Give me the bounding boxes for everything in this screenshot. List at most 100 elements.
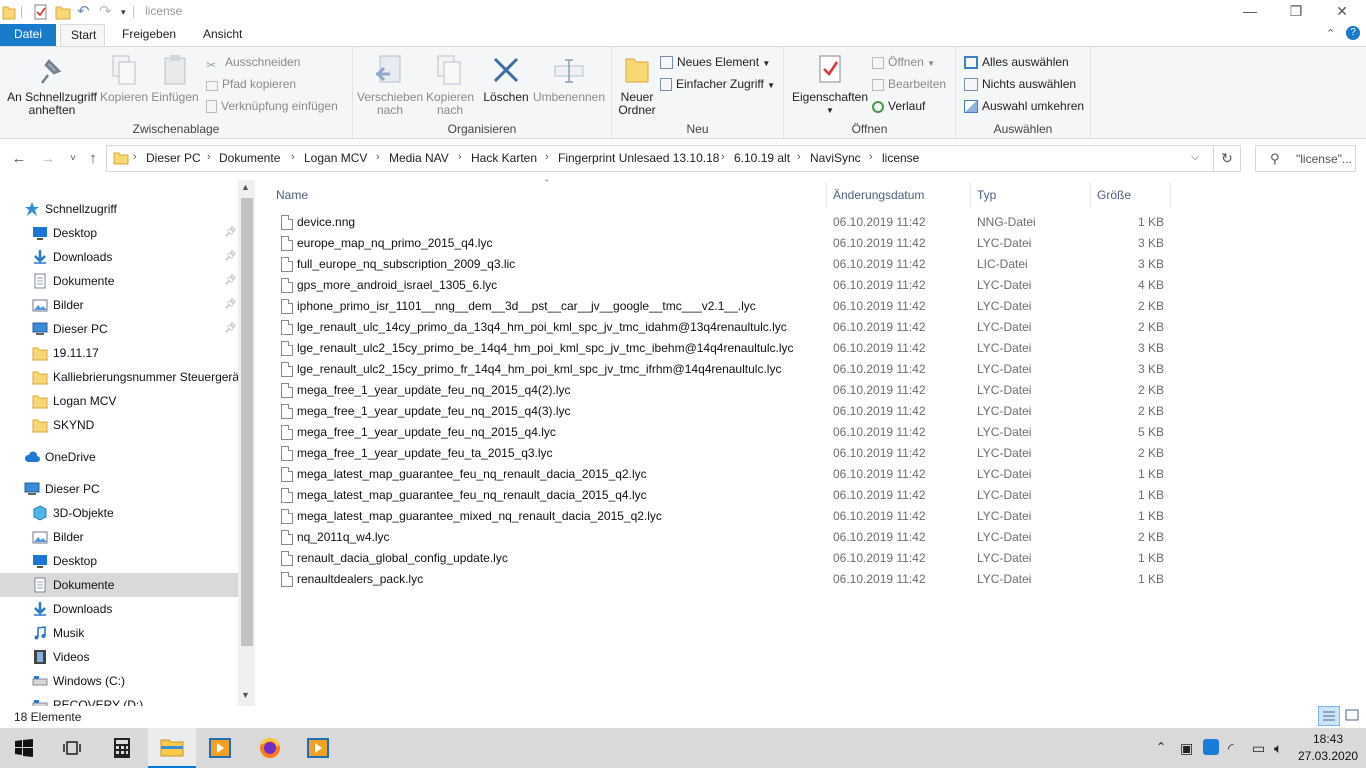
media-player-taskbar-button-2[interactable] bbox=[294, 728, 342, 768]
file-row[interactable]: lge_renault_ulc2_15cy_primo_be_14q4_hm_p… bbox=[276, 338, 1166, 359]
paste-shortcut-button[interactable]: Verknüpfung einfügen bbox=[206, 97, 338, 117]
battery-icon[interactable]: ▭ bbox=[1252, 740, 1265, 757]
invert-selection-button[interactable]: Auswahl umkehren bbox=[964, 97, 1084, 117]
nav-item[interactable]: Logan MCV bbox=[0, 389, 238, 413]
file-explorer-taskbar-button[interactable] bbox=[148, 728, 196, 768]
file-row[interactable]: mega_free_1_year_update_feu_nq_2015_q4.l… bbox=[276, 422, 1166, 443]
breadcrumb-navisync[interactable]: NaviSync bbox=[810, 151, 861, 165]
file-row[interactable]: mega_latest_map_guarantee_feu_nq_renault… bbox=[276, 485, 1166, 506]
column-header-name[interactable]: Name bbox=[276, 188, 308, 208]
file-row[interactable]: mega_free_1_year_update_feu_ta_2015_q3.l… bbox=[276, 443, 1166, 464]
details-view-button[interactable] bbox=[1318, 706, 1340, 726]
breadcrumb-6-10-19-alt[interactable]: 6.10.19 alt bbox=[734, 151, 790, 165]
file-row[interactable]: lge_renault_ulc2_15cy_primo_fr_14q4_hm_p… bbox=[276, 359, 1166, 380]
firefox-taskbar-button[interactable] bbox=[246, 728, 294, 768]
edit-button[interactable]: Bearbeiten bbox=[872, 75, 946, 95]
file-row[interactable]: mega_free_1_year_update_feu_nq_2015_q4(3… bbox=[276, 401, 1166, 422]
nav-item[interactable]: Bilder 📌︎ bbox=[0, 293, 238, 317]
copy-to-button[interactable]: Kopieren nach bbox=[423, 53, 477, 117]
file-row[interactable]: mega_latest_map_guarantee_feu_nq_renault… bbox=[276, 464, 1166, 485]
address-dropdown-chevron-icon[interactable]: ⌵ bbox=[1191, 151, 1199, 164]
column-header-date[interactable]: Änderungsdatum bbox=[833, 188, 924, 208]
nav-item[interactable]: Desktop bbox=[0, 549, 238, 573]
rename-button[interactable]: Umbenennen bbox=[531, 53, 607, 104]
column-divider[interactable] bbox=[970, 182, 971, 208]
breadcrumb-hack-karten[interactable]: Hack Karten bbox=[471, 151, 537, 165]
easy-access-button[interactable]: Einfacher Zugriff ▼ bbox=[660, 75, 775, 95]
copy-button[interactable]: Kopieren bbox=[100, 53, 148, 104]
nav-item[interactable]: Dokumente 📌︎ bbox=[0, 269, 238, 293]
breadcrumb-logan-mcv[interactable]: Logan MCV bbox=[304, 151, 367, 165]
nav-item[interactable]: Musik bbox=[0, 621, 238, 645]
column-divider[interactable] bbox=[1170, 182, 1171, 208]
new-item-button[interactable]: Neues Element ▼ bbox=[660, 53, 770, 73]
file-row[interactable]: gps_more_android_israel_1305_6.lyc 06.10.… bbox=[276, 275, 1166, 296]
back-button[interactable]: ← bbox=[8, 150, 30, 168]
large-icons-view-button[interactable] bbox=[1342, 706, 1362, 726]
file-row[interactable]: nq_2011q_w4.lyc 06.10.2019 11:42 LYC-Datei… bbox=[276, 527, 1166, 548]
tab-view[interactable]: Ansicht bbox=[193, 24, 252, 46]
select-all-button[interactable]: Alles auswählen bbox=[964, 53, 1069, 73]
screen-capture-tray-icon[interactable]: ▣ bbox=[1180, 740, 1193, 757]
file-row[interactable]: europe_map_nq_primo_2015_q4.lyc 06.10.201… bbox=[276, 233, 1166, 254]
breadcrumb-dokumente[interactable]: Dokumente bbox=[219, 151, 280, 165]
file-row[interactable]: iphone_primo_isr_1101__nng__dem__3d__pst… bbox=[276, 296, 1166, 317]
breadcrumb-fingerprint[interactable]: Fingerprint Unlesaed 13.10.18 bbox=[558, 151, 719, 165]
volume-icon[interactable]: 🔈︎ bbox=[1274, 740, 1282, 757]
calculator-taskbar-button[interactable] bbox=[98, 728, 146, 768]
tab-start[interactable]: Start bbox=[60, 24, 105, 46]
column-header-size[interactable]: Größe bbox=[1097, 188, 1131, 208]
nav-item[interactable]: 3D-Objekte bbox=[0, 501, 238, 525]
close-button[interactable]: ✕ bbox=[1319, 0, 1365, 24]
task-view-button[interactable] bbox=[48, 728, 96, 768]
column-divider[interactable] bbox=[1090, 182, 1091, 208]
file-row[interactable]: mega_latest_map_guarantee_mixed_nq_renau… bbox=[276, 506, 1166, 527]
tab-file[interactable]: Datei bbox=[0, 24, 56, 46]
show-hidden-icons-chevron-icon[interactable]: ⌃ bbox=[1156, 740, 1166, 754]
new-folder-button[interactable]: Neuer Ordner bbox=[616, 53, 658, 117]
copy-path-button[interactable]: Pfad kopieren bbox=[206, 75, 296, 95]
scrollbar-thumb[interactable] bbox=[241, 198, 253, 646]
column-header-type[interactable]: Typ bbox=[977, 188, 996, 208]
breadcrumb-media-nav[interactable]: Media NAV bbox=[389, 151, 449, 165]
cut-button[interactable]: ✂ Ausschneiden bbox=[206, 53, 300, 73]
nav-item[interactable]: Windows (C:) bbox=[0, 669, 238, 693]
properties-quickaccess-icon[interactable] bbox=[33, 4, 49, 20]
nav-item[interactable]: Dokumente bbox=[0, 573, 238, 597]
file-row[interactable]: mega_free_1_year_update_feu_nq_2015_q4(2… bbox=[276, 380, 1166, 401]
nav-item[interactable]: Dieser PC bbox=[0, 477, 238, 501]
file-row[interactable]: renaultdealers_pack.lyc 06.10.2019 11:42 L… bbox=[276, 569, 1166, 590]
nav-item[interactable]: RECOVERY (D:) bbox=[0, 693, 238, 706]
file-row[interactable]: full_europe_nq_subscription_2009_q3.lic 0… bbox=[276, 254, 1166, 275]
history-button[interactable]: Verlauf bbox=[872, 97, 925, 117]
teamviewer-tray-icon[interactable] bbox=[1203, 739, 1219, 755]
delete-button[interactable]: Löschen bbox=[481, 53, 531, 104]
scroll-up-icon[interactable]: ▲ bbox=[241, 182, 250, 192]
start-button[interactable] bbox=[0, 728, 48, 768]
scroll-down-icon[interactable]: ▼ bbox=[241, 690, 250, 700]
nav-item[interactable]: Dieser PC 📌︎ bbox=[0, 317, 238, 341]
paste-button[interactable]: Einfügen bbox=[150, 53, 200, 104]
media-player-taskbar-button[interactable] bbox=[196, 728, 244, 768]
up-button[interactable]: ↑ bbox=[82, 150, 104, 168]
file-row[interactable]: lge_renault_ulc_14cy_primo_da_13q4_hm_po… bbox=[276, 317, 1166, 338]
properties-button[interactable]: Eigenschaften ▼ bbox=[788, 53, 872, 117]
file-row[interactable]: device.nng 06.10.2019 11:42 NNG-Datei 1 KB bbox=[276, 212, 1166, 233]
nav-item[interactable]: Videos bbox=[0, 645, 238, 669]
nav-item[interactable]: OneDrive bbox=[0, 445, 238, 469]
nav-item[interactable]: Downloads bbox=[0, 597, 238, 621]
refresh-button[interactable]: ↻ bbox=[1213, 145, 1241, 172]
maximize-button[interactable]: ❐ bbox=[1273, 0, 1319, 24]
nav-item[interactable]: 19.11.17 bbox=[0, 341, 238, 365]
search-box[interactable]: ⚲ "license"... bbox=[1255, 145, 1356, 172]
help-icon[interactable]: ? bbox=[1346, 26, 1360, 40]
minimize-button[interactable]: — bbox=[1227, 0, 1273, 24]
nav-item[interactable]: Kalliebrierungsnummer Steuergerät bbox=[0, 365, 238, 389]
nav-item[interactable]: Bilder bbox=[0, 525, 238, 549]
undo-icon[interactable]: ↶ bbox=[77, 4, 93, 20]
forward-button[interactable]: → bbox=[37, 150, 59, 168]
recent-locations-chevron-icon[interactable]: ˅ bbox=[62, 150, 84, 168]
breadcrumb-license[interactable]: license bbox=[882, 151, 919, 165]
move-to-button[interactable]: Verschieben nach bbox=[357, 53, 423, 117]
taskbar-clock[interactable]: 18:43 27.03.2020 bbox=[1298, 731, 1358, 765]
